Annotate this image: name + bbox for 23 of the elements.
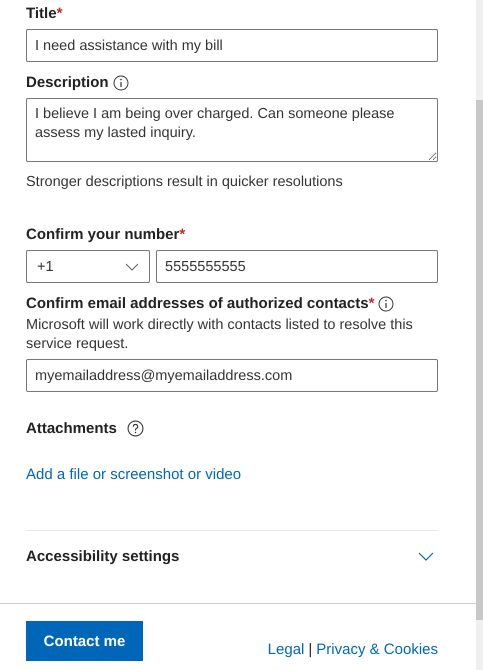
chevron-down-icon: [125, 262, 139, 270]
phone-number-field[interactable]: 5555555555: [156, 250, 438, 283]
field-description: Microsoft will work directly with contacts listed to resolve this service request.: [26, 316, 414, 354]
attachments-label: Attachments: [26, 420, 117, 437]
info-icon[interactable]: [112, 74, 129, 90]
field-label: Description: [26, 74, 109, 91]
legal-link[interactable]: Legal: [268, 641, 304, 658]
input-field[interactable]: myemailaddress@myemailaddress.com: [26, 359, 438, 392]
add-file-link[interactable]: Add a file or screenshot or video: [26, 466, 242, 483]
helper-text: Stronger descriptions result in quicker resolutions: [26, 174, 344, 190]
country-code-dropdown[interactable]: +1: [26, 250, 150, 283]
info-icon[interactable]: [378, 296, 394, 312]
accessibility-settings-toggle[interactable]: Accessibility settings: [26, 530, 438, 585]
input-field[interactable]: I need assistance with my bill: [26, 29, 438, 62]
link-separator: |: [308, 641, 312, 658]
scrollbar[interactable]: [476, 0, 483, 670]
field-label: Confirm email addresses of authorized contacts*: [26, 295, 374, 312]
description-field[interactable]: I believe I am being over charged. Can someone please assess my lasted inquiry.: [26, 98, 438, 162]
field-label: Title*: [26, 5, 62, 22]
privacy-link[interactable]: Privacy & Cookies: [316, 641, 438, 658]
help-icon[interactable]: [126, 420, 144, 437]
contact-me-button[interactable]: Contact me: [26, 621, 143, 661]
field-label: Confirm your number*: [26, 226, 186, 243]
